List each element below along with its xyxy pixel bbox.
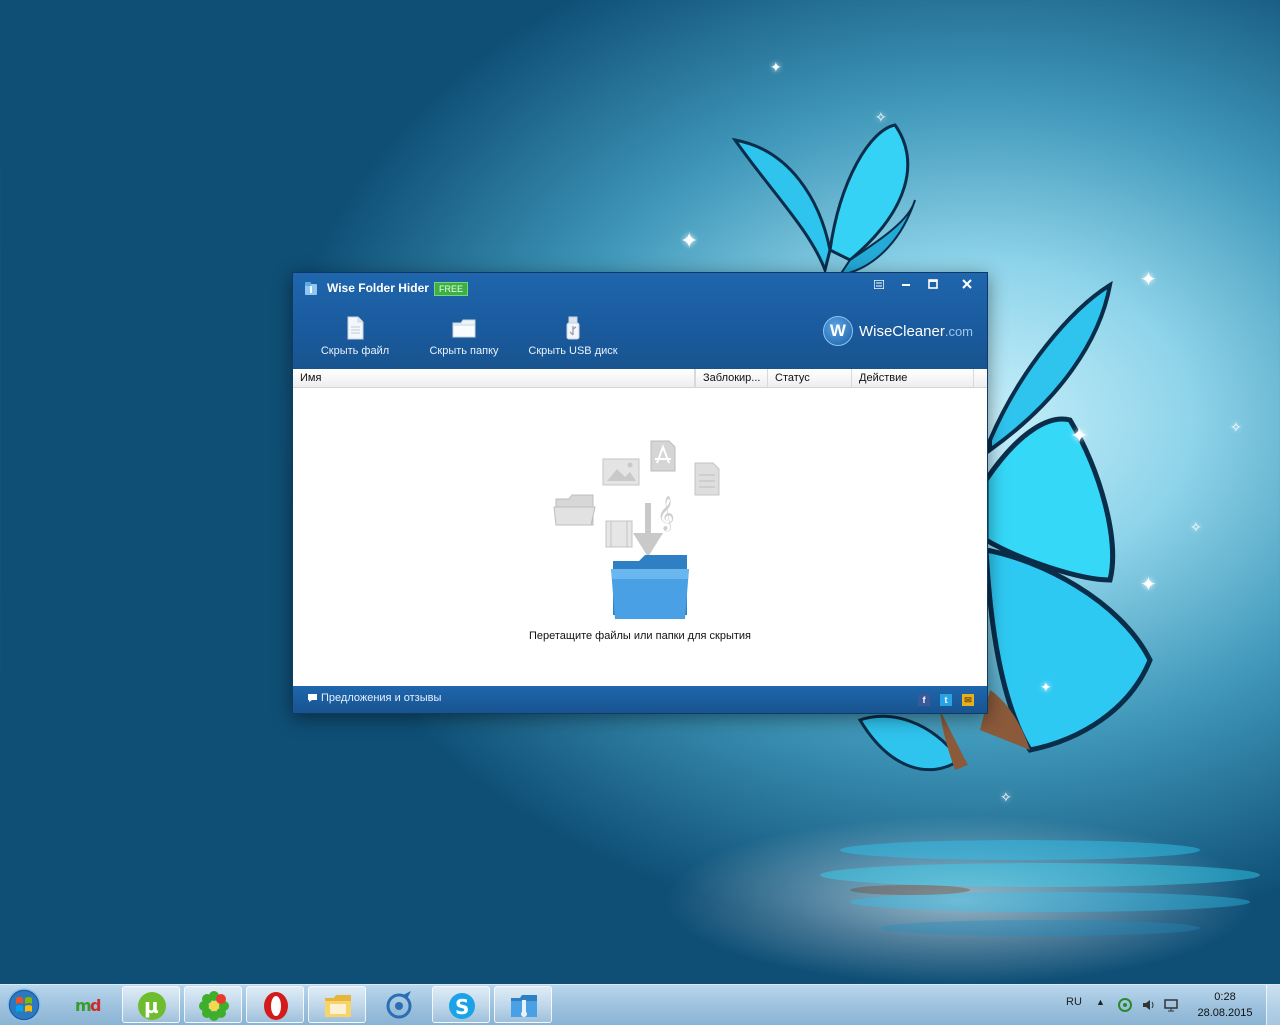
- file-manager-icon: [325, 995, 351, 1017]
- tray-app-icon[interactable]: [1117, 997, 1133, 1013]
- skype-icon: S: [449, 993, 475, 1019]
- hide-usb-label: Скрыть USB диск: [528, 345, 618, 357]
- title-bar[interactable]: Wise Folder Hider FREE Скрыть файл Скрыт…: [293, 273, 987, 369]
- sparkle: ✦: [770, 59, 782, 75]
- utorrent-icon: µ: [138, 992, 166, 1020]
- sparkle: ✧: [1190, 519, 1202, 535]
- brand-domain: .com: [944, 323, 973, 339]
- sparkle: ✦: [1140, 574, 1157, 596]
- taskbar-app-mydealer[interactable]: md: [60, 986, 118, 1023]
- sparkle: ✦: [1070, 423, 1089, 448]
- hide-file-label: Скрыть файл: [320, 345, 390, 357]
- column-locked[interactable]: Заблокир...: [695, 369, 768, 387]
- tray-expand-icon[interactable]: ▲: [1096, 997, 1105, 1007]
- usb-drive-icon: [566, 316, 580, 340]
- volume-icon[interactable]: [1141, 997, 1157, 1013]
- column-action[interactable]: Действие: [852, 369, 974, 387]
- speech-bubble-icon: [308, 694, 317, 702]
- sparkle: ✦: [680, 228, 699, 253]
- speaker-icon: [1143, 1000, 1154, 1010]
- facebook-icon[interactable]: f: [918, 694, 930, 706]
- close-button[interactable]: [955, 275, 979, 293]
- opera-icon: [264, 992, 288, 1020]
- file-icon: [347, 316, 364, 340]
- folder-icon: [452, 319, 476, 338]
- column-status[interactable]: Статус: [768, 369, 852, 387]
- drop-hint: Перетащите файлы или папки для скрытия: [528, 630, 752, 642]
- document-icon: [694, 462, 720, 496]
- taskbar-app-aimp[interactable]: [370, 986, 428, 1023]
- maximize-icon: [928, 279, 938, 289]
- menu-icon: [873, 279, 885, 290]
- wise-folder-hider-icon: [511, 995, 537, 1017]
- wallpaper-butterfly-top: [731, 123, 916, 277]
- network-icon[interactable]: [1163, 997, 1179, 1013]
- icq-icon: [199, 991, 229, 1021]
- taskbar: md µ S RU ▲ 0:28 28.08.2015: [0, 984, 1280, 1025]
- taskbar-app-file-manager[interactable]: [308, 986, 366, 1023]
- drop-illustration: 𝄞: [553, 440, 720, 619]
- close-icon: [962, 279, 972, 289]
- taskbar-app-wise-folder-hider[interactable]: [494, 986, 552, 1023]
- svg-text:µ: µ: [144, 994, 159, 1018]
- hide-folder-label: Скрыть папку: [429, 345, 499, 357]
- drop-area[interactable]: 𝄞 Перетащите файлы или папки для скрытия: [293, 388, 987, 686]
- clock-date: 28.08.2015: [1197, 1007, 1253, 1019]
- mydealer-icon: md: [75, 996, 101, 1015]
- svg-text:d: d: [90, 996, 101, 1015]
- twitter-icon[interactable]: t: [940, 694, 952, 706]
- feedback-label: Предложения и отзывы: [321, 692, 442, 704]
- column-name[interactable]: Имя: [293, 369, 695, 387]
- pdf-icon: [650, 440, 676, 472]
- image-icon: [602, 458, 640, 486]
- minimize-icon: [902, 284, 910, 286]
- hide-file-button[interactable]: Скрыть файл: [315, 315, 395, 357]
- show-desktop-button[interactable]: [1266, 985, 1280, 1025]
- sparkle: ✦: [1040, 679, 1052, 695]
- wise-folder-hider-window: Wise Folder Hider FREE Скрыть файл Скрыт…: [292, 272, 988, 714]
- sparkle: ✧: [1000, 789, 1012, 805]
- blue-folder-icon: [611, 555, 689, 619]
- brand-text: WiseCleaner.com: [859, 323, 973, 340]
- wallpaper-butterfly-right: [980, 280, 1153, 753]
- status-bar: Предложения и отзывы f t ✉: [293, 686, 987, 713]
- taskbar-app-icq[interactable]: [184, 986, 242, 1023]
- sparkle: ✧: [1230, 419, 1242, 435]
- brand-name: WiseCleaner: [858, 322, 945, 340]
- app-icon: [305, 282, 317, 295]
- maximize-button[interactable]: [921, 275, 945, 293]
- minimize-button[interactable]: [894, 275, 918, 293]
- window-title: Wise Folder Hider: [327, 281, 429, 295]
- folder-outline-icon: [553, 494, 596, 526]
- water-reflection: [820, 840, 1260, 936]
- network-monitor-icon: [1118, 998, 1132, 1012]
- wisecleaner-brand[interactable]: W WiseCleaner.com: [822, 316, 973, 346]
- feedback-link[interactable]: Предложения и отзывы: [307, 692, 441, 704]
- aimp-icon: [386, 991, 412, 1019]
- taskbar-app-utorrent[interactable]: µ: [122, 986, 180, 1023]
- language-indicator[interactable]: RU: [1066, 996, 1082, 1008]
- start-button[interactable]: [4, 986, 44, 1024]
- clock-time: 0:28: [1214, 991, 1236, 1003]
- hide-usb-button[interactable]: Скрыть USB диск: [525, 315, 621, 357]
- taskbar-app-skype[interactable]: S: [432, 986, 490, 1023]
- hide-folder-button[interactable]: Скрыть папку: [421, 315, 507, 357]
- menu-button[interactable]: [867, 275, 891, 293]
- clock[interactable]: 0:28 28.08.2015: [1190, 989, 1260, 1021]
- svg-text:S: S: [455, 995, 469, 1019]
- monitor-network-icon: [1164, 999, 1178, 1012]
- email-icon[interactable]: ✉: [962, 694, 974, 706]
- list-header: Имя Заблокир... Статус Действие: [293, 369, 987, 388]
- film-icon: [605, 520, 633, 548]
- music-note-icon: 𝄞: [657, 496, 675, 532]
- sparkle: ✧: [875, 109, 887, 125]
- wisecleaner-logo: W: [822, 316, 853, 346]
- taskbar-app-opera[interactable]: [246, 986, 304, 1023]
- sparkle: ✦: [1140, 269, 1157, 291]
- free-badge: FREE: [434, 282, 469, 296]
